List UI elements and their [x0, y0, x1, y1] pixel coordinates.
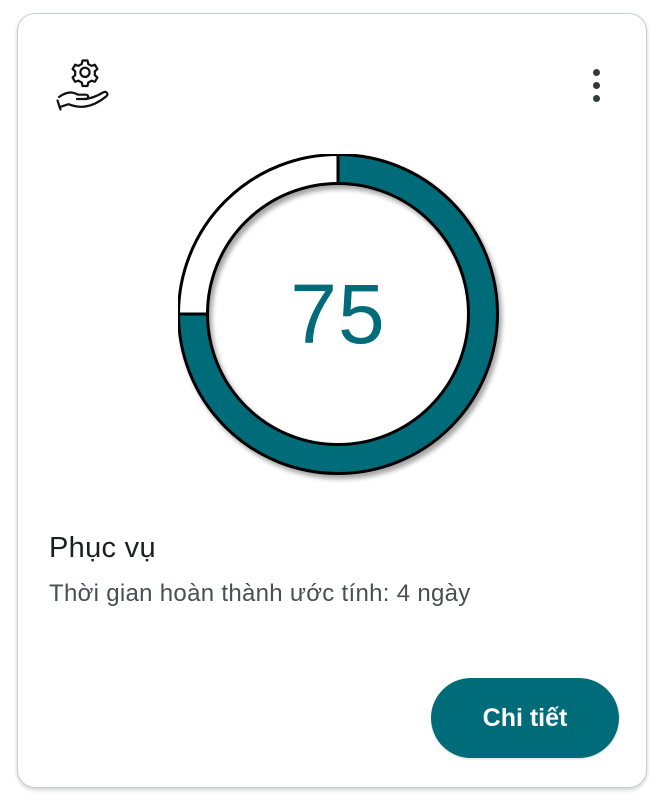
more-vertical-icon-dot — [592, 68, 600, 76]
gear-hand-service-icon — [56, 56, 120, 116]
more-options-button[interactable] — [581, 62, 611, 108]
estimated-completion-text: Thời gian hoàn thành ước tính: 4 ngày — [49, 580, 471, 607]
card-title: Phục vụ — [49, 532, 156, 564]
details-button[interactable]: Chi tiết — [431, 678, 619, 758]
service-card: 75 Phục vụ Thời gian hoàn thành ước tính… — [17, 13, 647, 788]
more-vertical-icon-dot — [592, 94, 600, 102]
gauge-value: 75 — [290, 266, 386, 361]
more-vertical-icon-dot — [592, 81, 600, 89]
progress-gauge: 75 — [178, 154, 508, 484]
